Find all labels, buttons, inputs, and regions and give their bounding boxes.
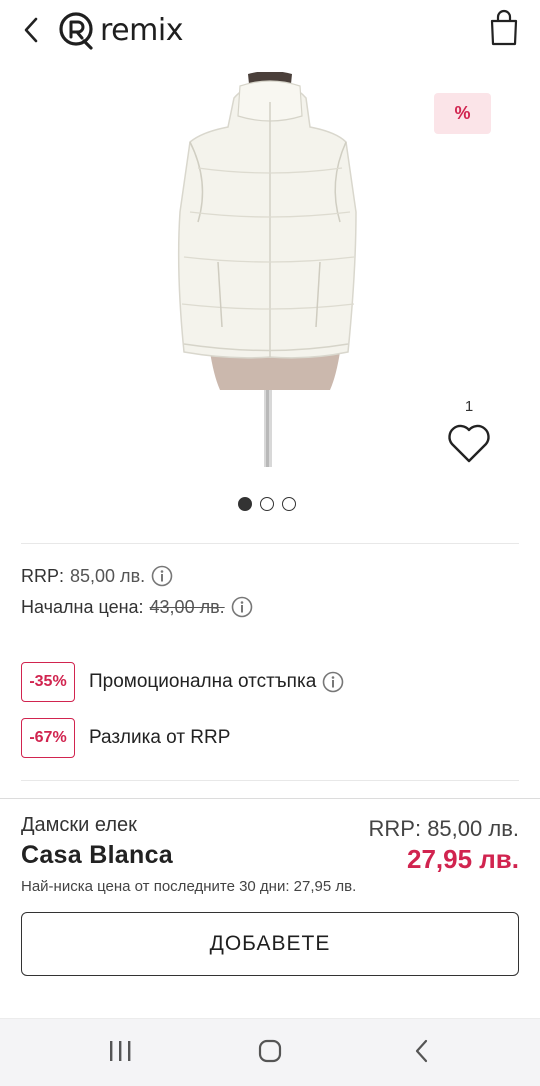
initial-price-label: Начална цена: — [21, 596, 144, 617]
promo-row: -67% Разлика от RRP — [21, 718, 230, 758]
shopping-bag-button[interactable] — [486, 8, 522, 48]
info-icon[interactable] — [231, 596, 253, 618]
logo-text: remix — [100, 12, 183, 48]
lowest-price-note: Най-ниска цена от последните 30 дни: 27,… — [21, 878, 357, 895]
favorites-count: 1 — [464, 398, 474, 415]
vest-photo — [177, 71, 357, 467]
promo-label-container: Промоционална отстъпка — [89, 671, 344, 693]
carousel-dot-3[interactable] — [282, 497, 296, 511]
summary-rrp: RRP: 85,00 лв. — [368, 816, 519, 841]
initial-price-line: Начална цена: 43,00 лв. — [21, 596, 253, 618]
recent-apps-icon — [110, 1041, 131, 1061]
rrp-label: RRP: — [21, 565, 65, 586]
remix-logo[interactable]: remix — [58, 8, 183, 52]
discount-badge: -35% — [21, 662, 75, 702]
image-carousel-dots — [238, 497, 296, 511]
promo-label: Промоционална отстъпка — [89, 671, 317, 692]
product-type: Дамски елек — [21, 814, 137, 836]
carousel-dot-1[interactable] — [238, 497, 252, 511]
remix-logo-icon — [59, 12, 93, 50]
favorite-button[interactable] — [446, 422, 492, 466]
heart-icon — [448, 424, 490, 463]
home-button[interactable] — [240, 1030, 300, 1072]
initial-price-value: 43,00 лв. — [149, 596, 225, 617]
home-icon — [258, 1039, 282, 1063]
chevron-left-icon — [24, 17, 38, 43]
carousel-dot-2[interactable] — [260, 497, 274, 511]
brand-name: Casa Blanca — [21, 841, 173, 869]
promo-row: -35% Промоционална отстъпка — [21, 662, 344, 702]
back-arrow-icon — [415, 1039, 428, 1063]
info-icon[interactable] — [322, 671, 344, 693]
discount-tag: % — [434, 93, 491, 134]
rrp-value: 85,00 лв. — [70, 565, 146, 586]
system-back-button[interactable] — [392, 1030, 452, 1072]
recent-apps-button[interactable] — [90, 1030, 150, 1072]
discount-badge: -67% — [21, 718, 75, 758]
divider — [21, 543, 519, 544]
divider — [21, 780, 519, 781]
add-to-cart-button[interactable]: ДОБАВЕТЕ — [21, 912, 519, 976]
rrp-line: RRP: 85,00 лв. — [21, 565, 173, 587]
final-price: 27,95 лв. — [406, 844, 519, 874]
promo-label: Разлика от RRP — [89, 727, 231, 748]
info-icon[interactable] — [151, 565, 173, 587]
back-button[interactable] — [14, 12, 48, 48]
shopping-bag-icon — [490, 9, 518, 46]
product-image[interactable] — [160, 71, 380, 467]
